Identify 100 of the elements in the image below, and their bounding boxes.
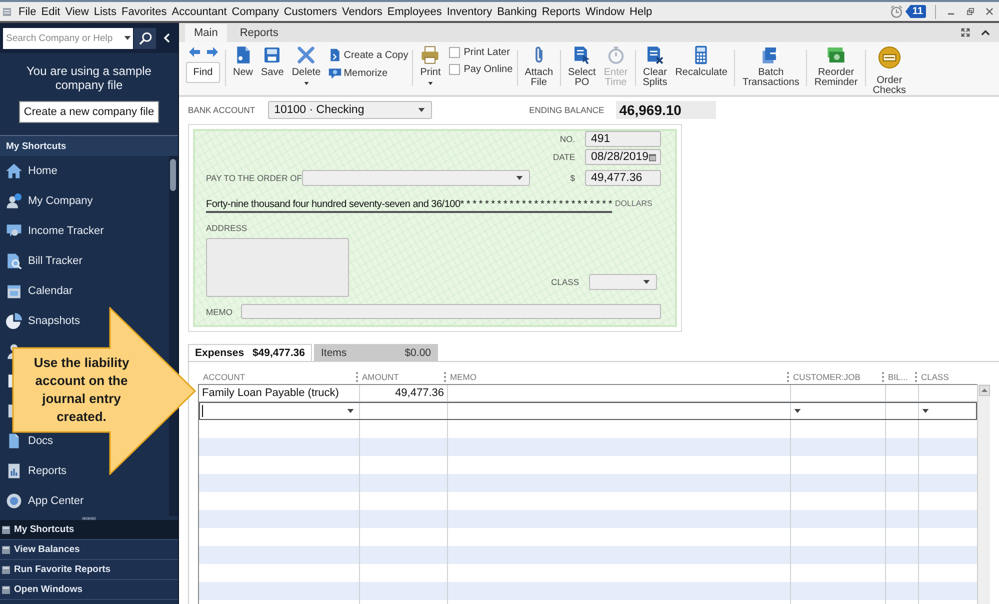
sample-file-notice: You are using a sample company file [26, 63, 152, 94]
column-header[interactable]: CLASS [921, 372, 949, 382]
menu-item[interactable]: File [16, 6, 39, 18]
panel-tab[interactable]: My Shortcuts [0, 520, 178, 540]
checkbox[interactable] [448, 64, 460, 75]
menu-item[interactable]: Customers [281, 6, 340, 18]
customer-job-input[interactable] [791, 402, 886, 420]
create-company-button[interactable]: Create a new company file [19, 101, 159, 123]
document-chevron-icon [328, 48, 342, 62]
toolbar-button[interactable]: Reorder Reminder [811, 45, 861, 88]
toolbar-button[interactable]: Create a Copy [328, 47, 408, 63]
toolbar-button[interactable]: Memorize [328, 65, 408, 81]
shortcut-item[interactable]: Snapshots [0, 306, 84, 336]
shortcut-item[interactable]: Income Tracker [0, 216, 108, 246]
toolbar-button[interactable]: Batch Transactions [739, 45, 802, 88]
account-input[interactable] [199, 402, 360, 420]
menu-item[interactable]: Help [627, 6, 655, 18]
panel-tab[interactable]: Run Favorite Reports [0, 560, 178, 580]
column-header[interactable]: MEMO [450, 372, 476, 382]
collapse-up-icon[interactable] [981, 28, 990, 37]
shortcuts-header: My Shortcuts [0, 135, 178, 156]
toolbar-button[interactable]: Print [417, 45, 444, 85]
cheque-coin-icon [878, 46, 901, 69]
find-button[interactable]: Find [186, 62, 220, 83]
chat-bubble-icon [6, 223, 22, 239]
menu-item[interactable]: Vendors [340, 6, 385, 18]
back-arrow-icon[interactable] [188, 47, 200, 57]
toolbar-button[interactable]: Save [258, 45, 287, 78]
caret-icon [643, 280, 650, 284]
toolbar-button[interactable]: Clear Splits [640, 45, 670, 88]
forward-arrow-icon[interactable] [206, 47, 218, 57]
toolbar-button[interactable]: New [230, 45, 256, 78]
check-number-field[interactable]: 491 [585, 131, 661, 147]
toolbar-button[interactable]: Order Checks [870, 45, 910, 96]
shortcut-item[interactable]: App Center [0, 486, 88, 516]
search-field[interactable]: Search Company or Help [3, 28, 133, 48]
memo-field[interactable] [241, 304, 661, 319]
alarm-clock-icon[interactable] [890, 5, 904, 18]
menu-item[interactable]: Company [229, 6, 282, 18]
shortcut-item[interactable]: My Company [0, 186, 97, 216]
checkbox[interactable] [448, 47, 460, 58]
menu-item[interactable]: View [62, 6, 92, 18]
toolbar-button[interactable]: Delete [288, 45, 324, 85]
splitter-grip-icon[interactable] [82, 516, 96, 520]
scrollbar-track[interactable] [977, 384, 990, 604]
menu-item[interactable]: Lists [91, 6, 119, 18]
shortcut-item[interactable]: Reports [0, 456, 71, 486]
toolbar-button[interactable]: Recalculate [672, 45, 730, 78]
restore-icon[interactable] [967, 8, 974, 15]
document-x-icon [644, 45, 665, 65]
date-field[interactable]: 08/28/2019 [585, 149, 661, 165]
menu-item[interactable]: Edit [38, 6, 63, 18]
panel-tab[interactable]: View Balances [0, 540, 178, 560]
menu-item[interactable]: Window [582, 6, 628, 18]
split-tab[interactable]: Items $0.00 [314, 344, 438, 361]
address-field[interactable] [206, 238, 349, 297]
ribbon-tab[interactable]: Reports [230, 24, 288, 42]
caret-icon[interactable] [922, 408, 929, 412]
notification-badge[interactable]: 11 [905, 5, 926, 18]
menu-item[interactable]: Banking [494, 6, 540, 18]
menu-item[interactable]: Accountant [169, 6, 230, 18]
amount-field[interactable]: 49,477.36 [585, 170, 661, 186]
caret-icon[interactable] [794, 408, 801, 412]
ribbon-tab[interactable]: Main [185, 24, 227, 42]
toolbar-button[interactable]: Select PO [565, 45, 599, 88]
column-header[interactable]: AMOUNT [362, 372, 399, 382]
close-icon[interactable] [986, 8, 993, 15]
menu-item[interactable]: Inventory [444, 6, 495, 18]
panel-tab[interactable]: Open Windows [0, 580, 178, 600]
search-button[interactable] [134, 28, 156, 48]
checkbox-label[interactable]: Pay Online [464, 64, 513, 75]
column-header[interactable]: BIL... [888, 372, 908, 382]
scrollbar-thumb[interactable] [170, 159, 176, 191]
calendar-icon[interactable] [648, 152, 656, 162]
caret-icon [124, 36, 131, 40]
split-tab[interactable]: Expenses $49,477.36 [188, 344, 312, 361]
field-label: BANK ACCOUNT [188, 105, 256, 115]
column-header[interactable]: ACCOUNT [203, 372, 246, 382]
calendar-icon [6, 283, 22, 299]
bank-account-dropdown[interactable]: 10100 · Checking [268, 101, 432, 119]
stopwatch-icon [606, 45, 626, 65]
menu-item[interactable]: Reports [539, 6, 583, 18]
speech-bubble-icon [328, 66, 342, 80]
menu-item[interactable]: Employees [384, 6, 444, 18]
banknotes-icon [826, 45, 846, 65]
shortcut-item[interactable]: Home [0, 156, 62, 186]
checkbox-label[interactable]: Print Later [464, 47, 510, 58]
house-icon [6, 163, 22, 179]
toolbar-button[interactable]: Attach File [522, 45, 556, 88]
caret-icon[interactable] [347, 408, 354, 412]
ending-balance-value: 46,969.10 [616, 101, 716, 119]
panel-icon [2, 586, 10, 594]
shortcut-item[interactable]: Bill Tracker [0, 246, 86, 276]
menu-item[interactable]: Favorites [118, 6, 170, 18]
shortcut-item[interactable]: Docs [0, 426, 58, 456]
scroll-up-icon[interactable] [979, 385, 990, 396]
expand-icon[interactable] [961, 28, 970, 37]
column-header[interactable]: CUSTOMER:JOB [793, 372, 860, 382]
caret-icon [418, 108, 426, 112]
shortcut-item[interactable]: Calendar [0, 276, 77, 306]
